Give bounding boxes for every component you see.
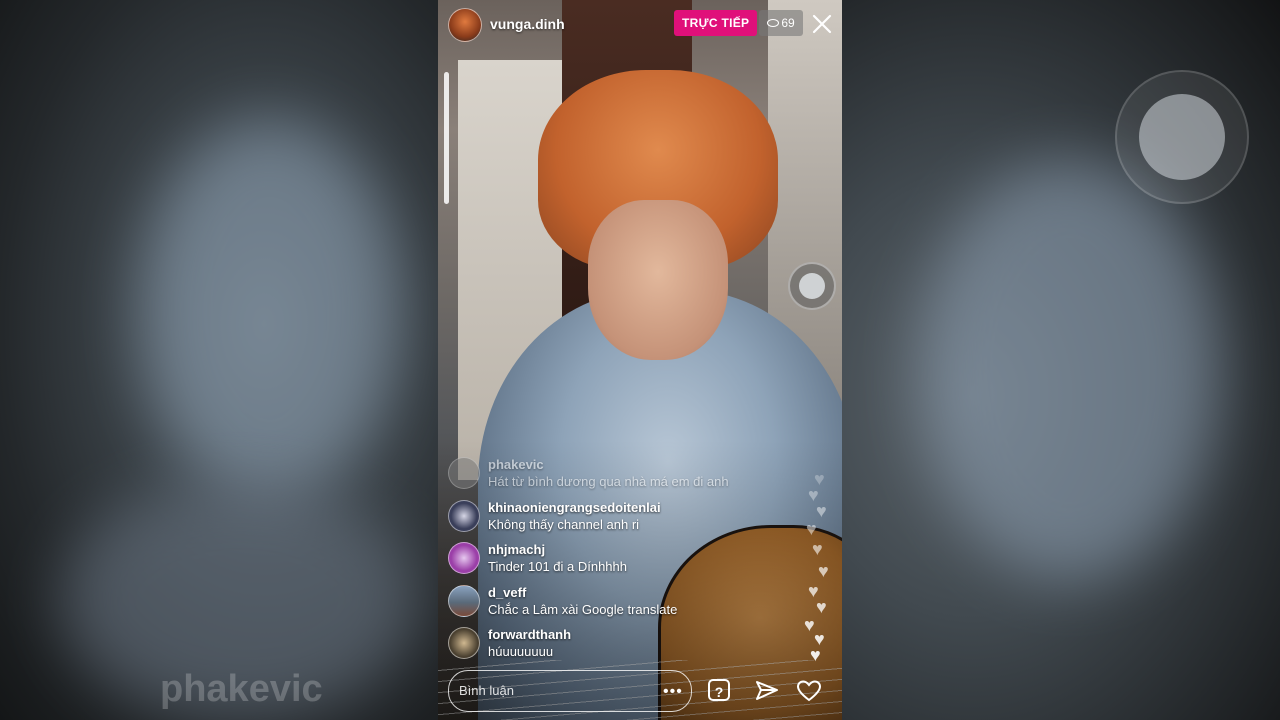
comment-text: húuuuuuuu xyxy=(488,644,554,659)
comment-avatar[interactable] xyxy=(448,499,480,532)
question-icon[interactable]: ? xyxy=(708,679,730,701)
comment-username[interactable]: d_veff xyxy=(488,585,526,600)
eye-icon xyxy=(767,18,780,27)
streamer-face xyxy=(588,200,728,360)
hoodie-blur-right xyxy=(920,160,1220,580)
comment-input[interactable]: Bình luận ••• xyxy=(448,670,692,712)
streamer-username[interactable]: vunga.dinh xyxy=(490,16,565,32)
comment-list: phakevic Hát từ bình dương qua nhà má em… xyxy=(448,455,778,668)
floating-heart-icon: ♥ xyxy=(816,501,827,521)
comment-text: Chắc a Lâm xài Google translate xyxy=(488,601,678,617)
comment-username[interactable]: khinaoniengrangsedoitenlai xyxy=(488,500,661,515)
comment-username[interactable]: nhjmachj xyxy=(488,542,545,557)
hoodie-blur-left xyxy=(140,120,400,500)
comment-item: forwardthanh húuuuuuuu xyxy=(448,625,778,668)
live-stream-view: vunga.dinh TRỰC TIẾP 69 phakevic Hát từ … xyxy=(438,0,842,720)
streamer-avatar[interactable] xyxy=(448,8,482,42)
blurred-capture-button xyxy=(1115,70,1249,204)
comment-username[interactable]: phakevic xyxy=(488,457,544,472)
send-icon[interactable] xyxy=(754,678,780,704)
floating-heart-icon: ♥ xyxy=(818,561,829,581)
live-badge: TRỰC TIẾP xyxy=(674,10,758,36)
floating-heart-icon: ♥ xyxy=(816,597,827,617)
comment-avatar[interactable] xyxy=(448,457,480,489)
comment-item: d_veff Chắc a Lâm xài Google translate xyxy=(448,583,778,626)
floating-heart-icon: ♥ xyxy=(806,519,817,539)
floating-heart-icon: ♥ xyxy=(810,645,821,665)
comment-text: Hát từ bình dương qua nhà má em đi anh xyxy=(488,474,729,489)
comment-text: Không thấy channel anh ri xyxy=(488,516,640,532)
heart-icon[interactable] xyxy=(796,678,822,704)
comment-text: Tinder 101 đi a Dínhhhh xyxy=(488,559,628,574)
comment-username[interactable]: forwardthanh xyxy=(488,627,571,642)
comment-item: khinaoniengrangsedoitenlai Không thấy ch… xyxy=(448,498,778,541)
more-icon[interactable]: ••• xyxy=(663,683,683,701)
comment-item: nhjmachj Tinder 101 đi a Dínhhhh xyxy=(448,540,778,583)
comment-avatar[interactable] xyxy=(448,584,480,617)
scroll-indicator xyxy=(444,72,449,204)
comment-placeholder: Bình luận xyxy=(459,683,514,698)
comment-item: phakevic Hát từ bình dương qua nhà má em… xyxy=(448,455,778,498)
comment-avatar[interactable] xyxy=(448,627,480,659)
floating-heart-icon: ♥ xyxy=(812,539,823,559)
viewer-count: 69 xyxy=(781,16,795,30)
comment-avatar[interactable] xyxy=(448,542,480,574)
close-icon[interactable] xyxy=(810,12,834,36)
watermark-text: phakevic xyxy=(160,668,323,710)
capture-button[interactable] xyxy=(788,262,836,310)
floating-hearts: ♥ ♥ ♥ ♥ ♥ ♥ ♥ ♥ ♥ ♥ ♥ xyxy=(804,470,838,680)
viewer-count-badge[interactable]: 69 xyxy=(759,10,803,36)
left-blur-background: phakevic xyxy=(0,0,440,720)
